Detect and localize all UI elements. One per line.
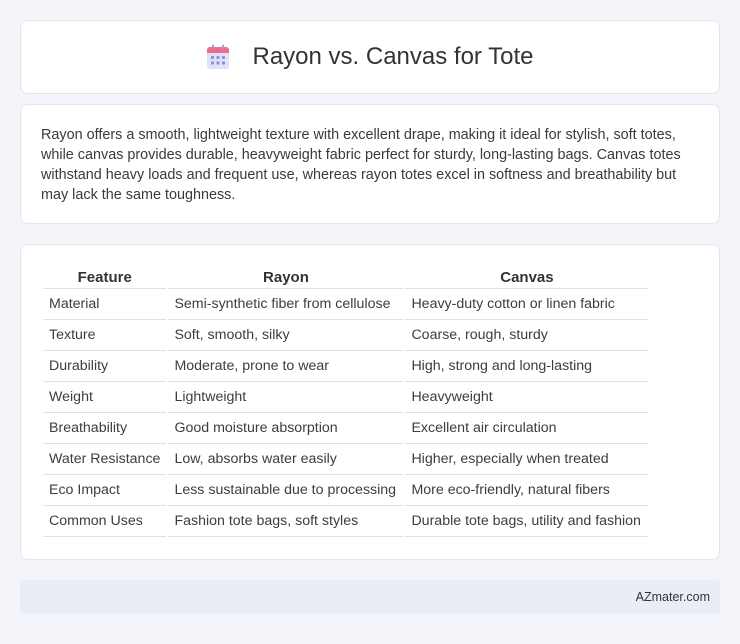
feature-cell: Weight: [43, 382, 167, 413]
table-row: Weight Lightweight Heavyweight: [43, 382, 649, 413]
column-header-feature: Feature: [43, 267, 167, 289]
canvas-cell: Heavy-duty cotton or linen fabric: [405, 289, 649, 320]
rayon-cell: Less sustainable due to processing: [168, 475, 404, 506]
table-row: Texture Soft, smooth, silky Coarse, rough,…: [43, 320, 649, 351]
table-row: Eco Impact Less sustainable due to proces…: [43, 475, 649, 506]
rayon-cell: Moderate, prone to wear: [168, 351, 404, 382]
table-row: Common Uses Fashion tote bags, soft style…: [43, 506, 649, 537]
table-row: Breathability Good moisture absorption Exc…: [43, 413, 649, 444]
comparison-card: Feature Rayon Canvas Material Semi-synthe…: [20, 244, 720, 560]
rayon-cell: Fashion tote bags, soft styles: [168, 506, 404, 537]
table-row: Material Semi-synthetic fiber from cellul…: [43, 289, 649, 320]
canvas-cell: Heavyweight: [405, 382, 649, 413]
canvas-cell: Excellent air circulation: [405, 413, 649, 444]
column-header-canvas: Canvas: [405, 267, 649, 289]
intro-text: Rayon offers a smooth, lightweight textu…: [41, 127, 681, 203]
canvas-cell: More eco-friendly, natural fibers: [405, 475, 649, 506]
canvas-cell: Coarse, rough, sturdy: [405, 320, 649, 351]
comparison-table: Feature Rayon Canvas Material Semi-synthe…: [41, 267, 650, 537]
rayon-cell: Lightweight: [168, 382, 404, 413]
title-card: Rayon vs. Canvas for Tote: [20, 20, 720, 94]
page-title: Rayon vs. Canvas for Tote: [252, 43, 534, 70]
feature-cell: Breathability: [43, 413, 167, 444]
feature-cell: Common Uses: [43, 506, 167, 537]
table-row: Durability Moderate, prone to wear High, s…: [43, 351, 649, 382]
canvas-cell: Durable tote bags, utility and fashion: [405, 506, 649, 537]
feature-cell: Eco Impact: [43, 475, 167, 506]
feature-cell: Texture: [43, 320, 167, 351]
intro-card: Rayon offers a smooth, lightweight textu…: [20, 104, 720, 224]
rayon-cell: Good moisture absorption: [168, 413, 404, 444]
rayon-cell: Soft, smooth, silky: [168, 320, 404, 351]
canvas-cell: Higher, especially when treated: [405, 444, 649, 475]
table-row: Water Resistance Low, absorbs water easil…: [43, 444, 649, 475]
feature-cell: Material: [43, 289, 167, 320]
canvas-cell: High, strong and long-lasting: [405, 351, 649, 382]
table-header-row: Feature Rayon Canvas: [43, 267, 649, 289]
rayon-cell: Semi-synthetic fiber from cellulose: [168, 289, 404, 320]
feature-cell: Water Resistance: [43, 444, 167, 475]
footer: AZmater.com: [20, 580, 720, 614]
calendar-icon: [206, 44, 230, 70]
footer-brand: AZmater.com: [635, 590, 710, 604]
rayon-cell: Low, absorbs water easily: [168, 444, 404, 475]
column-header-rayon: Rayon: [168, 267, 404, 289]
feature-cell: Durability: [43, 351, 167, 382]
